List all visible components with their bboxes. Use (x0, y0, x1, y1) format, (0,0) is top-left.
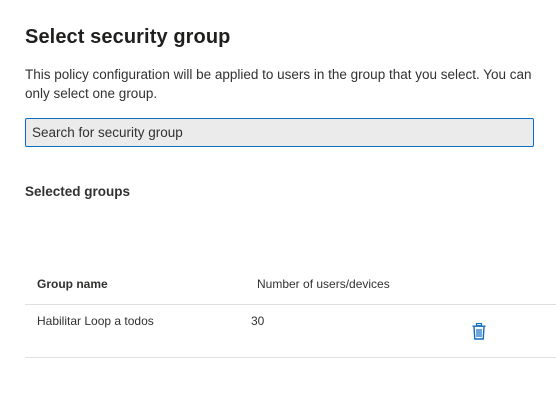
select-security-group-panel: Select security group This policy config… (0, 0, 556, 415)
selected-groups-table: Group name Number of users/devices Habil… (25, 266, 556, 358)
page-title: Select security group (25, 26, 231, 48)
search-input[interactable] (26, 119, 533, 146)
trash-icon (472, 322, 486, 340)
table-header: Group name Number of users/devices (25, 266, 556, 305)
group-name-cell: Habilitar Loop a todos (37, 314, 154, 328)
table-row: Habilitar Loop a todos 30 (25, 305, 556, 358)
selected-groups-heading: Selected groups (25, 184, 131, 199)
column-header-user-count: Number of users/devices (257, 277, 390, 291)
remove-group-button[interactable] (469, 321, 489, 341)
user-count-cell: 30 (251, 314, 265, 328)
search-field[interactable] (25, 118, 534, 147)
panel-description: This policy configuration will be applie… (25, 67, 532, 101)
column-header-group-name: Group name (37, 277, 108, 291)
